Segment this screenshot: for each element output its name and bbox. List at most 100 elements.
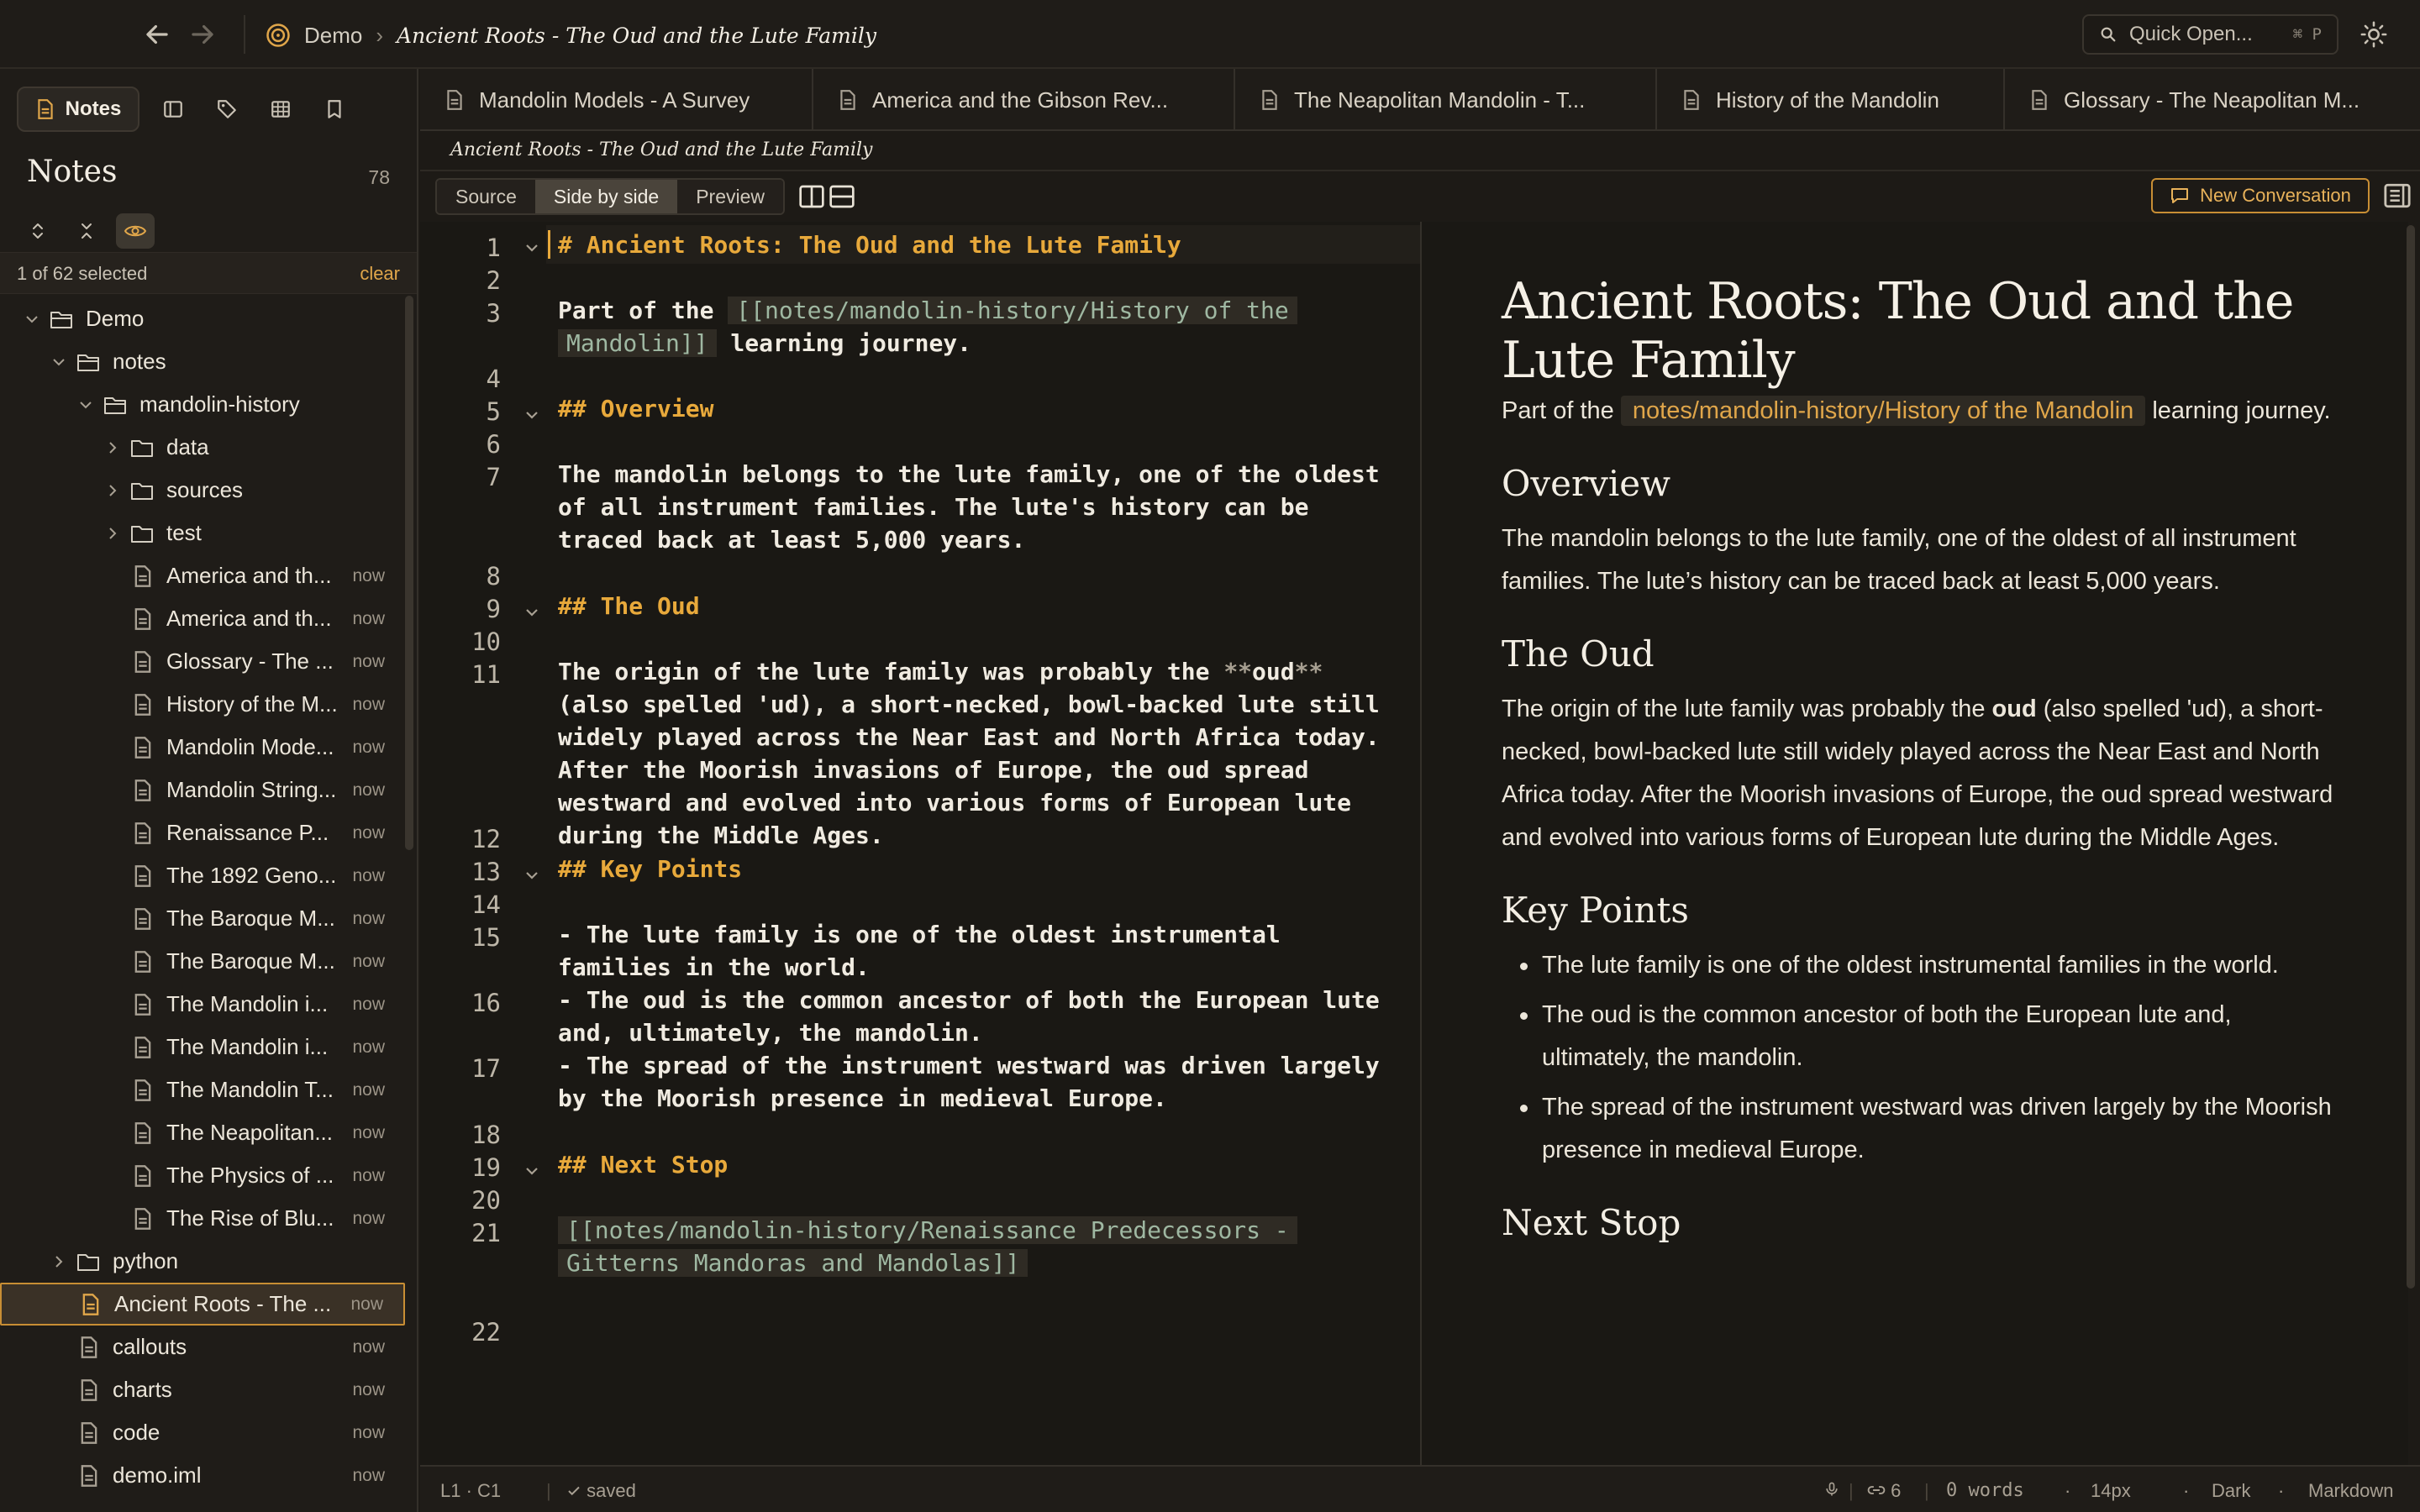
- fold-chevron-icon[interactable]: [523, 603, 541, 622]
- quick-open-button[interactable]: Quick Open... ⌘ P: [2082, 14, 2338, 55]
- tree-file-item[interactable]: The Baroque M... now: [0, 940, 405, 983]
- theme-setting[interactable]: Dark: [2212, 1480, 2250, 1502]
- tree-file-item[interactable]: America and th... now: [0, 597, 405, 640]
- breadcrumb-root[interactable]: Demo: [304, 23, 362, 49]
- fold-chevron-icon[interactable]: [523, 1162, 541, 1180]
- tree-file-item[interactable]: The Rise of Blu... now: [0, 1197, 405, 1240]
- tree-folder-item[interactable]: mandolin-history: [0, 383, 405, 426]
- fold-chevron-icon[interactable]: [523, 866, 541, 885]
- forward-arrow-icon[interactable]: [187, 18, 218, 50]
- tree-file-item[interactable]: callouts now: [0, 1326, 405, 1368]
- tree-folder-item[interactable]: test: [0, 512, 405, 554]
- tree-chevron[interactable]: [47, 1250, 71, 1273]
- mic-button[interactable]: [1823, 1480, 1840, 1504]
- tree-chevron[interactable]: [20, 307, 44, 331]
- tree-item-label: test: [166, 520, 202, 545]
- layout-icon: [164, 101, 182, 118]
- layout-tab[interactable]: [153, 89, 193, 129]
- tree-chevron[interactable]: [47, 350, 71, 374]
- theme-toggle-icon[interactable]: [2360, 20, 2388, 49]
- tree-item-icon: [76, 1462, 103, 1489]
- source-editor[interactable]: 1 2 3 4 5 6 7 8 9 10 11 12 13 14 15 16 17 18 19 20 21 22 # An…: [420, 222, 1420, 1465]
- wikilink[interactable]: [[notes/mandolin-history/History of the: [728, 297, 1297, 324]
- menu-icon[interactable]: [32, 18, 64, 50]
- tree-file-item[interactable]: The Mandolin i... now: [0, 1026, 405, 1068]
- tree-folder-item[interactable]: notes: [0, 340, 405, 383]
- editor-line: ## Key Points: [558, 855, 743, 883]
- clear-selection-button[interactable]: clear: [360, 263, 400, 285]
- split-horizontal-icon[interactable]: [829, 183, 855, 210]
- expand-all-button[interactable]: [18, 213, 57, 249]
- tree-file-item[interactable]: code now: [0, 1411, 405, 1454]
- tree-file-item[interactable]: Ancient Roots - The ... now: [0, 1283, 405, 1326]
- tree-file-item[interactable]: The 1892 Geno... now: [0, 854, 405, 897]
- tree-item-icon: [129, 648, 156, 675]
- status-dot: ·: [2065, 1480, 2071, 1501]
- wikilink[interactable]: Mandolin]]: [558, 329, 717, 357]
- line-number: 17: [471, 1054, 501, 1083]
- fold-chevron-icon[interactable]: [523, 406, 541, 424]
- backlinks-count[interactable]: 6: [1867, 1480, 1901, 1502]
- table-tab[interactable]: [260, 89, 301, 129]
- tab-neapolitan-mandolin[interactable]: The Neapolitan Mandolin - T...: [1235, 69, 1657, 131]
- tree-item-label: callouts: [113, 1334, 187, 1359]
- file-icon: [134, 736, 151, 759]
- mode-preview-button[interactable]: Preview: [677, 180, 783, 213]
- fold-chevron-icon[interactable]: [523, 239, 541, 257]
- chevron-right-icon: [109, 484, 117, 496]
- preview-wikilink[interactable]: notes/mandolin-history/History of the Ma…: [1620, 396, 2146, 426]
- file-icon: [134, 950, 151, 973]
- tree-file-item[interactable]: The Physics of ... now: [0, 1154, 405, 1197]
- tree-folder-item[interactable]: Demo: [0, 297, 405, 340]
- tree-folder-item[interactable]: data: [0, 426, 405, 469]
- bookmarks-tab[interactable]: [314, 89, 355, 129]
- tree-file-item[interactable]: The Mandolin T... now: [0, 1068, 405, 1111]
- panel-toggle-icon[interactable]: [2383, 181, 2412, 210]
- tree-file-item[interactable]: History of the M... now: [0, 683, 405, 726]
- tree-item-time: now: [352, 951, 385, 971]
- tree-file-item[interactable]: Glossary - The ... now: [0, 640, 405, 683]
- editor-line: - The oud is the common ancestor of both…: [558, 986, 1380, 1047]
- preview-scrollbar[interactable]: [2407, 225, 2415, 1289]
- tree-folder-item[interactable]: sources: [0, 469, 405, 512]
- language-mode[interactable]: Markdown: [2308, 1480, 2393, 1502]
- back-arrow-icon[interactable]: [141, 18, 173, 50]
- tree-file-item[interactable]: The Baroque M... now: [0, 897, 405, 940]
- font-size-setting[interactable]: 14px: [2091, 1480, 2131, 1502]
- tree-file-item[interactable]: The Neapolitan... now: [0, 1111, 405, 1154]
- line-number: 22: [471, 1318, 501, 1347]
- tree-folder-item[interactable]: python: [0, 1240, 405, 1283]
- tab-america-gibson[interactable]: America and the Gibson Rev...: [813, 69, 1235, 131]
- collapse-all-button[interactable]: [67, 213, 106, 249]
- tags-tab[interactable]: [207, 89, 247, 129]
- tree-file-item[interactable]: The Mandolin i... now: [0, 983, 405, 1026]
- notes-tab[interactable]: Notes: [17, 87, 139, 132]
- wikilink[interactable]: Gitterns Mandoras and Mandolas]]: [558, 1249, 1028, 1277]
- tree-chevron[interactable]: [74, 393, 97, 417]
- split-vertical-icon[interactable]: [798, 183, 825, 210]
- tree-item-label: sources: [166, 477, 244, 502]
- mode-side-by-side-button[interactable]: Side by side: [534, 180, 678, 213]
- tree-chevron[interactable]: [101, 522, 124, 545]
- tree-chevron[interactable]: [101, 479, 124, 502]
- tab-glossary[interactable]: Glossary - The Neapolitan M...: [2005, 69, 2420, 131]
- tree-file-item[interactable]: demo.iml now: [0, 1454, 405, 1497]
- tree-file-item[interactable]: America and th... now: [0, 554, 405, 597]
- sidebar-scrollbar[interactable]: [405, 296, 413, 850]
- tree-chevron[interactable]: [101, 436, 124, 459]
- tree-file-item[interactable]: Renaissance P... now: [0, 811, 405, 854]
- tree-file-item[interactable]: Mandolin Mode... now: [0, 726, 405, 769]
- editor-line: The mandolin belongs to the lute family,…: [558, 460, 1380, 554]
- tree-file-item[interactable]: charts now: [0, 1368, 405, 1411]
- wikilink[interactable]: [[notes/mandolin-history/Renaissance Pre…: [558, 1216, 1297, 1244]
- quick-open-placeholder: Quick Open...: [2129, 23, 2253, 45]
- new-conversation-button[interactable]: New Conversation: [2151, 178, 2370, 213]
- tree-item-icon: [77, 1291, 104, 1318]
- tab-mandolin-models[interactable]: Mandolin Models - A Survey: [420, 69, 813, 131]
- mode-source-button[interactable]: Source: [437, 180, 535, 213]
- tree-file-item[interactable]: Mandolin String... now: [0, 769, 405, 811]
- tree-item-icon: [76, 1377, 103, 1404]
- reveal-active-button[interactable]: [116, 213, 155, 249]
- tree-item-icon: [129, 1077, 156, 1104]
- tab-history-of-mandolin[interactable]: History of the Mandolin: [1657, 69, 2005, 131]
